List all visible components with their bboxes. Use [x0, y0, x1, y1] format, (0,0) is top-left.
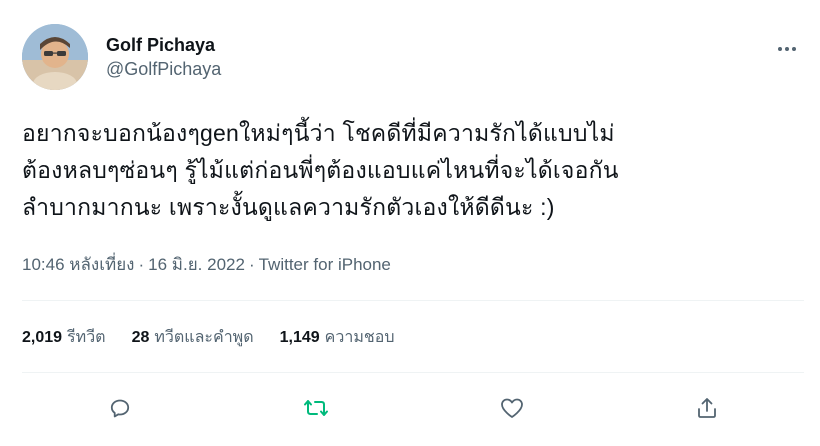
tweet-time[interactable]: 10:46 หลังเที่ยง	[22, 255, 134, 274]
meta-separator: ·	[138, 255, 145, 274]
avatar[interactable]	[22, 24, 88, 90]
reply-icon	[110, 399, 130, 418]
like-icon	[501, 398, 523, 418]
share-button[interactable]	[687, 388, 727, 428]
retweet-button[interactable]	[296, 388, 336, 428]
share-icon	[698, 398, 716, 418]
likes-label: ความชอบ	[324, 329, 395, 346]
likes-count: 1,149	[279, 329, 320, 346]
tweet-card: Golf Pichaya @GolfPichaya อยากจะบอกน้องๆ…	[0, 0, 820, 446]
divider	[22, 372, 804, 373]
tweet-header: Golf Pichaya @GolfPichaya	[22, 24, 812, 92]
retweets-stat[interactable]: 2,019 รีทวีต	[22, 327, 106, 349]
divider	[22, 300, 804, 301]
tweet-text-line: ลำบากมากนะ เพราะงั้นดูแลความรักตัวเองให้…	[22, 194, 555, 220]
tweet-text-line: ต้องหลบๆซ่อนๆ รู้ไม้แต่ก่อนพี่ๆต้องแอบแค…	[22, 157, 619, 183]
retweet-icon	[304, 400, 328, 416]
tweet-text: อยากจะบอกน้องๆgenใหม่ๆนี้ว่า โชคดีที่มีค…	[22, 115, 802, 226]
reply-button[interactable]	[100, 388, 140, 428]
avatar-image	[22, 24, 88, 90]
author-info: Golf Pichaya @GolfPichaya	[106, 34, 221, 80]
quotes-label: ทวีตและคำพูด	[154, 329, 254, 346]
more-options-button[interactable]	[770, 32, 804, 66]
tweet-stats: 2,019 รีทวีต 28 ทวีตและคำพูด 1,149 ความชอบ	[22, 327, 421, 349]
display-name[interactable]: Golf Pichaya	[106, 34, 221, 56]
username-handle[interactable]: @GolfPichaya	[106, 58, 221, 80]
quotes-count: 28	[131, 329, 150, 346]
tweet-actions	[22, 388, 804, 428]
quote-tweets-stat[interactable]: 28 ทวีตและคำพูด	[132, 327, 254, 349]
retweets-label: รีทวีต	[67, 329, 106, 346]
tweet-source[interactable]: Twitter for iPhone	[259, 255, 391, 274]
meta-separator: ·	[248, 255, 255, 274]
tweet-date[interactable]: 16 มิ.ย. 2022	[148, 255, 245, 274]
retweets-count: 2,019	[22, 329, 63, 346]
like-button[interactable]	[492, 388, 532, 428]
tweet-text-line: อยากจะบอกน้องๆgenใหม่ๆนี้ว่า โชคดีที่มีค…	[22, 120, 615, 146]
likes-stat[interactable]: 1,149 ความชอบ	[280, 327, 395, 349]
tweet-meta: 10:46 หลังเที่ยง · 16 มิ.ย. 2022 · Twitter f…	[22, 254, 391, 276]
more-horizontal-icon	[777, 47, 798, 51]
